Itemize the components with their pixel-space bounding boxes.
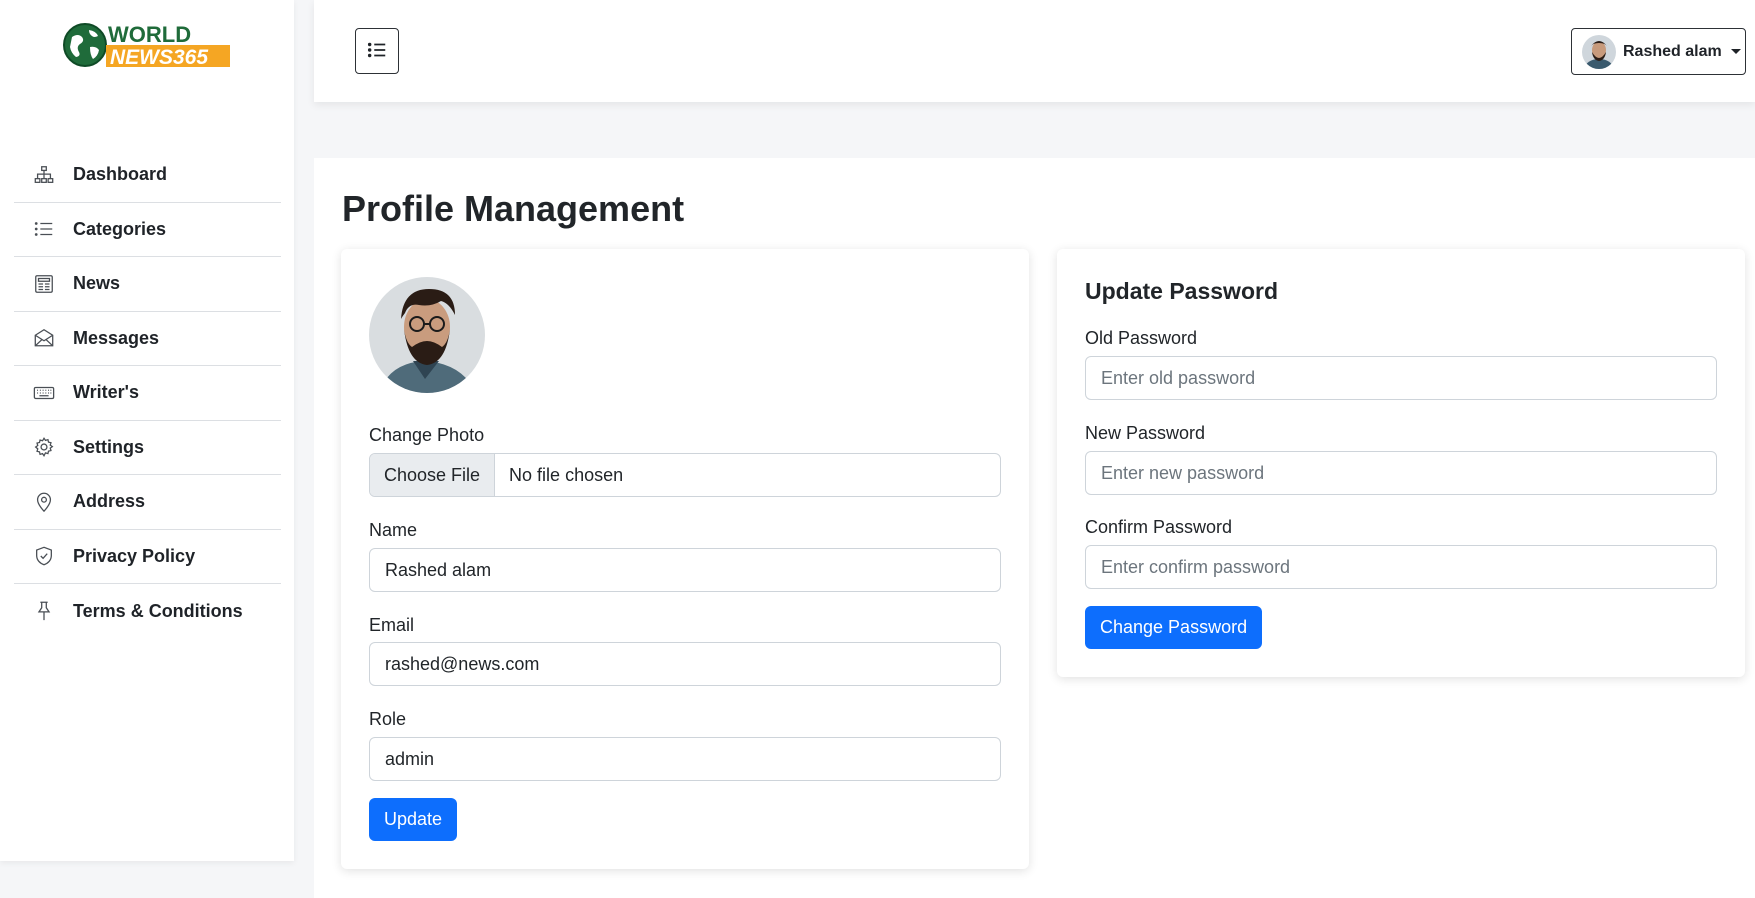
main-content: Profile Management Change Photo Choose F… xyxy=(314,158,1755,898)
sidebar-item-label: Dashboard xyxy=(73,164,168,185)
sidebar-item-news[interactable]: News xyxy=(14,257,281,312)
photo-file-input[interactable]: Choose File No file chosen xyxy=(369,453,1001,497)
newspaper-icon xyxy=(32,272,56,296)
choose-file-button[interactable]: Choose File xyxy=(370,454,496,496)
change-password-button[interactable]: Change Password xyxy=(1085,606,1263,649)
sidebar-item-privacy-policy[interactable]: Privacy Policy xyxy=(14,530,281,584)
update-button[interactable]: Update xyxy=(369,798,458,841)
change-photo-label: Change Photo xyxy=(369,425,485,445)
sidebar-nav: Dashboard Categories News Messages Write… xyxy=(14,148,281,639)
sidebar-item-label: News xyxy=(73,273,121,294)
profile-card: Change Photo Choose File No file chosen … xyxy=(341,249,1029,869)
sidebar-item-messages[interactable]: Messages xyxy=(14,312,281,366)
page-title: Profile Management xyxy=(342,188,685,229)
sidebar-item-terms-conditions[interactable]: Terms & Conditions xyxy=(14,584,281,639)
chevron-down-icon xyxy=(1730,49,1741,54)
sitemap-icon xyxy=(32,163,56,187)
sidebar-item-label: Settings xyxy=(73,436,145,457)
brand-logo[interactable]: WORLD NEWS365 xyxy=(62,20,234,70)
email-field[interactable]: rashed@news.com xyxy=(369,642,1001,686)
gear-icon xyxy=(32,435,56,459)
shield-check-icon xyxy=(32,544,56,568)
brand-line2: NEWS365 xyxy=(110,46,208,69)
brand-line1: WORLD xyxy=(108,22,191,47)
update-password-card: Update Password Old Password Enter old p… xyxy=(1057,249,1745,677)
sidebar: WORLD NEWS365 Dashboard Categories News xyxy=(0,0,294,861)
user-menu-dropdown[interactable]: Rashed alam xyxy=(1571,28,1746,75)
confirm-password-label: Confirm Password xyxy=(1085,517,1233,537)
envelope-icon xyxy=(32,326,56,350)
role-field[interactable]: admin xyxy=(369,737,1001,781)
sidebar-item-label: Privacy Policy xyxy=(73,545,196,566)
list-icon xyxy=(366,39,388,64)
sidebar-item-categories[interactable]: Categories xyxy=(14,203,281,257)
top-bar: Rashed alam xyxy=(314,0,1755,102)
name-label: Name xyxy=(369,520,418,540)
sidebar-item-label: Terms & Conditions xyxy=(73,600,243,621)
new-password-field[interactable]: Enter new password xyxy=(1085,451,1717,495)
menu-toggle-button[interactable] xyxy=(355,28,399,74)
update-password-title: Update Password xyxy=(1085,278,1278,304)
email-label: Email xyxy=(369,615,415,635)
sidebar-item-writers[interactable]: Writer's xyxy=(14,366,281,421)
list-icon xyxy=(32,217,56,241)
sidebar-item-label: Writer's xyxy=(73,382,139,403)
old-password-field[interactable]: Enter old password xyxy=(1085,356,1717,400)
confirm-password-field[interactable]: Enter confirm password xyxy=(1085,545,1717,589)
old-password-label: Old Password xyxy=(1085,328,1198,348)
avatar xyxy=(1582,34,1616,69)
user-name: Rashed alam xyxy=(1623,42,1722,60)
map-pin-icon xyxy=(32,490,56,514)
role-label: Role xyxy=(369,709,407,729)
sidebar-item-address[interactable]: Address xyxy=(14,475,281,530)
sidebar-item-label: Messages xyxy=(73,327,160,348)
sidebar-item-label: Address xyxy=(73,491,146,512)
keyboard-icon xyxy=(32,381,56,405)
pin-icon xyxy=(32,599,56,623)
sidebar-item-dashboard[interactable]: Dashboard xyxy=(14,148,281,203)
profile-photo xyxy=(369,277,485,393)
name-field[interactable]: Rashed alam xyxy=(369,548,1001,592)
file-status: No file chosen xyxy=(509,464,624,485)
sidebar-item-settings[interactable]: Settings xyxy=(14,421,281,475)
new-password-label: New Password xyxy=(1085,423,1206,443)
sidebar-item-label: Categories xyxy=(73,218,167,239)
